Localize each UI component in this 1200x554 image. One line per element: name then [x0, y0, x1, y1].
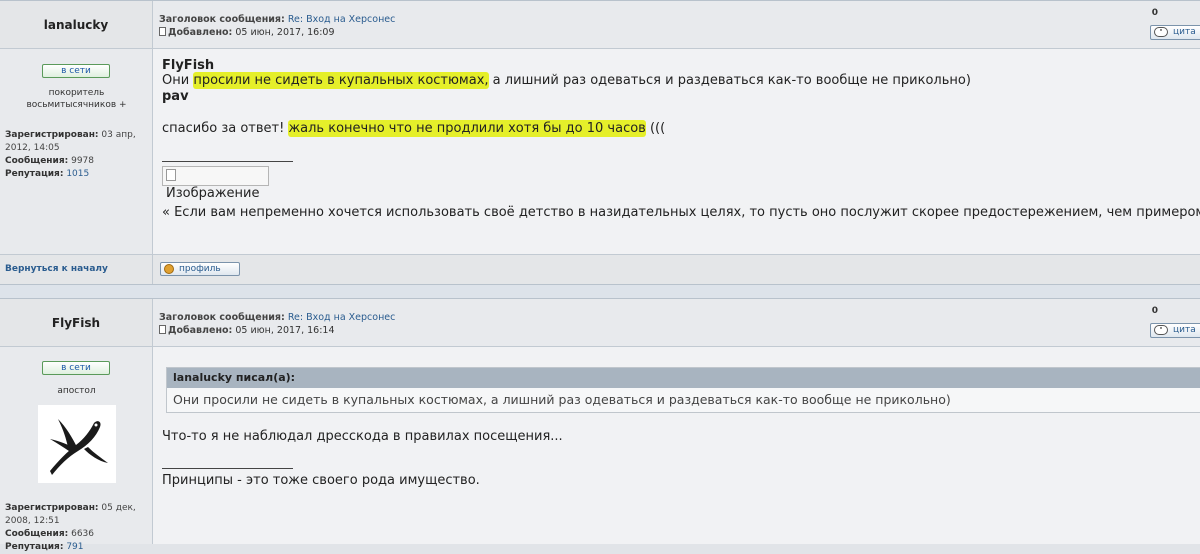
messages-label: Сообщения: [5, 529, 69, 539]
quoted-author-name: FlyFish [162, 58, 215, 73]
author-stats: Зарегистрирован: 03 апр, 2012, 14:05 Соо… [5, 129, 150, 181]
quote-button[interactable]: " цита [1150, 323, 1200, 338]
messages-value: 6636 [71, 529, 94, 539]
post-document-icon[interactable] [159, 325, 166, 334]
added-label: Добавлено: [168, 325, 233, 336]
subject-link[interactable]: Re: Вход на Херсонес [288, 312, 396, 323]
post-date: Добавлено: 05 июн, 2017, 16:14 [159, 325, 335, 336]
reputation-value[interactable]: 1015 [66, 169, 89, 179]
added-value: 05 июн, 2017, 16:09 [235, 27, 335, 38]
subject-label: Заголовок сообщения: [159, 14, 285, 25]
avatar [38, 405, 116, 483]
post-header: Заголовок сообщения: Re: Вход на Херсоне… [153, 1, 1200, 49]
post-body: lanalucky писал(а): Они просили не сидет… [153, 347, 1200, 544]
quote-text: Они просили не сидеть в купальных костюм… [173, 392, 951, 407]
post-subject: Заголовок сообщения: Re: Вход на Херсоне… [159, 14, 395, 25]
online-status-button[interactable]: в сети [42, 64, 110, 78]
author-rank: покоритель восьмитысячников + [26, 88, 127, 110]
post-author-header: FlyFish [0, 299, 153, 347]
messages-value: 9978 [71, 156, 94, 166]
author-rank: апостол [57, 386, 96, 396]
added-label: Добавлено: [168, 27, 233, 38]
post-header: Заголовок сообщения: Re: Вход на Херсоне… [153, 299, 1200, 347]
post-counter: 0 [1151, 306, 1158, 316]
post-2: FlyFish Заголовок сообщения: Re: Вход на… [0, 298, 1200, 552]
quote-button[interactable]: " цита [1150, 25, 1200, 40]
author-stats: Зарегистрирован: 05 дек, 2008, 12:51 Соо… [5, 502, 150, 554]
quoted-text-line: Они просили не сидеть в купальных костюм… [162, 72, 971, 89]
registered-label: Зарегистрирован: [5, 503, 99, 513]
author-profile-panel: в сети покоритель восьмитысячников + Зар… [0, 49, 153, 254]
signature-divider [162, 468, 293, 469]
post-text: Что-то я не наблюдал дресскода в правила… [162, 429, 563, 444]
profile-button[interactable]: профиль [160, 262, 240, 276]
quote-bubble-icon: " [1154, 27, 1168, 37]
author-username[interactable]: lanalucky [44, 18, 108, 32]
highlighted-text-2: жаль конечно что не продлили хотя бы до … [288, 120, 646, 137]
profile-button-label: профиль [179, 264, 221, 274]
signature-text: Принципы - это тоже своего рода имуществ… [162, 473, 480, 488]
profile-icon [164, 264, 174, 274]
post-date: Добавлено: 05 июн, 2017, 16:09 [159, 27, 335, 38]
author-profile-panel: в сети апостол Зарегистрирован: 05 дек, … [0, 347, 153, 552]
post-body: FlyFish Они просили не сидеть в купальны… [153, 49, 1200, 254]
subject-link[interactable]: Re: Вход на Херсонес [288, 14, 396, 25]
quoted-author-name-2: pav [162, 89, 189, 104]
reputation-label: Репутация: [5, 169, 64, 179]
post-subject: Заголовок сообщения: Re: Вход на Херсоне… [159, 312, 395, 323]
quote-button-label: цита [1173, 27, 1196, 37]
quote-bubble-icon: " [1154, 325, 1168, 335]
messages-label: Сообщения: [5, 156, 69, 166]
online-status-button[interactable]: в сети [42, 361, 110, 375]
post-separator [0, 284, 1200, 298]
highlighted-text: просили не сидеть в купальных костюмах, [193, 72, 489, 89]
signature-divider [162, 161, 293, 162]
added-value: 05 июн, 2017, 16:14 [235, 325, 335, 336]
subject-label: Заголовок сообщения: [159, 312, 285, 323]
quote-block: lanalucky писал(а): Они просили не сидет… [166, 367, 1200, 413]
flyfish-avatar-icon [38, 405, 116, 483]
signature-text: « Если вам непременно хочется использова… [162, 205, 1200, 220]
post-document-icon[interactable] [159, 27, 166, 36]
post-footer-left: Вернуться к началу [0, 254, 153, 285]
post-counter: 0 [1151, 8, 1158, 18]
reply-text-line: спасибо за ответ! жаль конечно что не пр… [162, 120, 666, 137]
broken-image-icon [166, 169, 176, 181]
quote-button-label: цита [1173, 325, 1196, 335]
post-footer-right: профиль [153, 254, 1200, 285]
reputation-value[interactable]: 791 [66, 542, 83, 552]
author-username[interactable]: FlyFish [52, 316, 100, 330]
reputation-label: Репутация: [5, 542, 64, 552]
quote-author: lanalucky писал(а): [167, 368, 1200, 388]
post-author-header: lanalucky [0, 1, 153, 49]
back-to-top-link[interactable]: Вернуться к началу [5, 264, 108, 274]
post-1: lanalucky Заголовок сообщения: Re: Вход … [0, 0, 1200, 285]
broken-image: Изображение [162, 166, 269, 201]
registered-label: Зарегистрирован: [5, 130, 99, 140]
